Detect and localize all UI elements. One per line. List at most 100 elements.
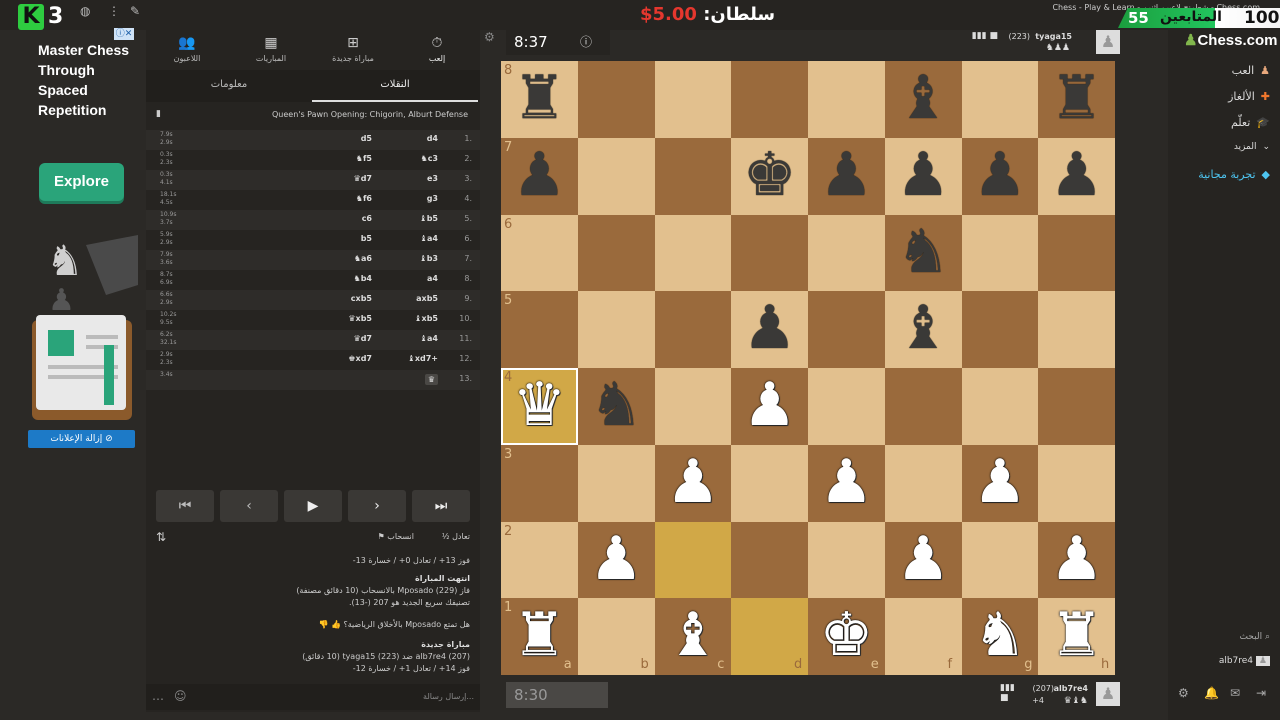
square-a2[interactable] — [501, 521, 578, 599]
first-move-button[interactable]: ⏮ — [156, 490, 214, 522]
black-pawn-icon[interactable]: ♟ — [808, 138, 885, 215]
white-rook-icon[interactable]: ♜ — [1038, 598, 1115, 675]
black-move[interactable]: ♞f5 — [356, 154, 372, 163]
square-e4[interactable] — [808, 368, 885, 445]
white-pawn-icon[interactable]: ♟ — [962, 445, 1039, 522]
remove-ads-button[interactable]: إزالة الإعلانات ⊘ — [28, 430, 135, 448]
previous-move-button[interactable]: ‹ — [220, 490, 278, 522]
square-c8[interactable] — [654, 61, 732, 138]
black-move[interactable]: ♚xd7 — [348, 354, 372, 363]
white-move[interactable]: ♞c3 — [421, 154, 438, 163]
square-f4[interactable] — [884, 368, 962, 445]
ad-choices-icon[interactable]: ⓘ✕ — [114, 28, 134, 40]
book-icon[interactable]: ▮ — [156, 109, 161, 119]
white-pawn-icon[interactable]: ♟ — [578, 522, 655, 599]
current-move[interactable]: ♛ — [424, 374, 438, 385]
player-avatar[interactable]: ♟ — [1096, 682, 1120, 706]
square-b3[interactable] — [577, 444, 655, 522]
square-c5[interactable] — [654, 291, 732, 368]
square-c4[interactable] — [654, 368, 732, 445]
ad-explore-button[interactable]: Explore — [39, 163, 124, 201]
thumbs-up-icon[interactable]: 👍 — [331, 620, 341, 629]
sidebar-item-more[interactable]: ⌄المزيد — [1170, 142, 1270, 162]
square-e2[interactable] — [808, 521, 885, 599]
white-move[interactable]: ♝xb5 — [414, 314, 438, 323]
black-move[interactable]: ♛d7 — [354, 334, 372, 343]
square-e8[interactable] — [808, 61, 885, 138]
chess-com-logo[interactable]: ♟Chess.com — [1184, 31, 1278, 53]
black-move[interactable]: d5 — [361, 134, 372, 143]
square-b6[interactable] — [577, 214, 655, 292]
sidebar-item-learn[interactable]: 🎓تعلّم — [1170, 116, 1270, 136]
white-king-icon[interactable]: ♚ — [808, 598, 885, 675]
black-move[interactable]: c6 — [362, 214, 372, 223]
white-rook-icon[interactable]: ♜ — [501, 598, 578, 675]
square-g4[interactable] — [961, 368, 1039, 445]
black-rook-icon[interactable]: ♜ — [501, 61, 578, 138]
white-move[interactable]: ♝b5 — [420, 214, 438, 223]
draw-button[interactable]: ½ تعادل — [442, 532, 470, 541]
square-c6[interactable] — [654, 214, 732, 292]
black-pawn-icon[interactable]: ♟ — [962, 138, 1039, 215]
black-move[interactable]: ♞f6 — [356, 194, 372, 203]
thumbs-down-icon[interactable]: 👎 — [318, 620, 328, 629]
black-pawn-icon[interactable]: ♟ — [885, 138, 962, 215]
square-e5[interactable] — [808, 291, 885, 368]
player-name[interactable]: alb7re4 — [1054, 684, 1088, 693]
play-button[interactable]: ▶ — [284, 490, 342, 522]
square-g5[interactable] — [961, 291, 1039, 368]
white-move[interactable]: ♝a4 — [420, 334, 438, 343]
white-move[interactable]: d4 — [427, 134, 438, 143]
white-move[interactable]: axb5 — [416, 294, 438, 303]
emoji-icon[interactable]: ☺ — [174, 689, 187, 703]
white-pawn-icon[interactable]: ♟ — [731, 368, 808, 445]
square-a3[interactable] — [501, 444, 578, 522]
tab-info[interactable]: معلومات — [146, 70, 312, 100]
settings-gear-icon[interactable]: ⚙ — [484, 30, 495, 44]
sidebar-item-puzzles[interactable]: ✚الألغاز — [1170, 90, 1270, 110]
white-queen-icon[interactable]: ♛ — [501, 368, 578, 445]
black-rook-icon[interactable]: ♜ — [1038, 61, 1115, 138]
square-b8[interactable] — [577, 61, 655, 138]
black-knight-icon[interactable]: ♞ — [578, 368, 655, 445]
square-d3[interactable] — [731, 444, 808, 522]
square-h4[interactable] — [1038, 368, 1115, 445]
settings-icon[interactable]: ⚙ — [1178, 686, 1189, 700]
square-g8[interactable] — [961, 61, 1039, 138]
sidebar-search[interactable]: البحث ⌕ — [1239, 632, 1270, 642]
edit-icon[interactable]: ✎ — [130, 4, 140, 18]
more-icon[interactable]: … — [152, 689, 164, 703]
black-move[interactable]: cxb5 — [351, 294, 372, 303]
black-move[interactable]: ♛d7 — [354, 174, 372, 183]
opponent-avatar[interactable]: ♟ — [1096, 30, 1120, 54]
black-knight-icon[interactable]: ♞ — [885, 215, 962, 292]
black-pawn-icon[interactable]: ♟ — [1038, 138, 1115, 215]
more-vertical-icon[interactable]: ⋮ — [108, 4, 120, 18]
black-move[interactable]: ♞a6 — [354, 254, 372, 263]
flip-board-icon[interactable]: ⇅ — [156, 530, 166, 544]
ad-banner[interactable]: Master Chess Through Spaced Repetition E… — [22, 30, 142, 460]
black-move[interactable]: ♛xb5 — [348, 314, 372, 323]
tab-play[interactable]: ⏱ إلعب — [396, 28, 478, 68]
sidebar-user[interactable]: alb7re4 ♟ — [1219, 656, 1270, 666]
tab-moves[interactable]: النقلات — [312, 70, 478, 102]
tab-players[interactable]: 👥 اللاعبون — [146, 28, 228, 68]
square-a6[interactable] — [501, 214, 578, 292]
square-f3[interactable] — [884, 444, 962, 522]
square-h5[interactable] — [1038, 291, 1115, 368]
black-bishop-icon[interactable]: ♝ — [885, 61, 962, 138]
black-bishop-icon[interactable]: ♝ — [885, 291, 962, 368]
square-c7[interactable] — [654, 137, 732, 215]
square-a5[interactable] — [501, 291, 578, 368]
opponent-name[interactable]: tyaga15 — [1035, 32, 1072, 41]
last-move-button[interactable]: ⏭ — [412, 490, 470, 522]
next-move-button[interactable]: › — [348, 490, 406, 522]
white-move[interactable]: ♝xd7+ — [408, 354, 438, 363]
black-move[interactable]: b5 — [361, 234, 372, 243]
white-knight-icon[interactable]: ♞ — [962, 598, 1039, 675]
white-move[interactable]: ♝a4 — [420, 234, 438, 243]
messages-icon[interactable]: ✉ — [1230, 686, 1240, 700]
square-d2[interactable] — [731, 521, 808, 599]
square-h6[interactable] — [1038, 214, 1115, 292]
notifications-icon[interactable]: 🔔 — [1204, 686, 1219, 700]
